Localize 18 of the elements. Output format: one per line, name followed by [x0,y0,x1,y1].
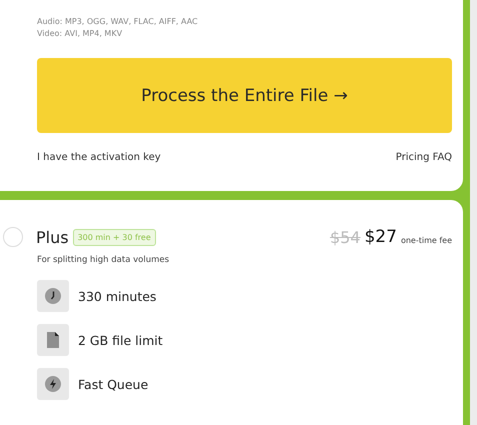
feature-text: 330 minutes [78,288,156,304]
feature-text: 2 GB file limit [78,332,163,348]
pricing-faq-link[interactable]: Pricing FAQ [396,152,452,163]
plan-description: For splitting high data volumes [37,255,170,265]
feature-text: Fast Queue [78,376,148,392]
plan-badge: 300 min + 30 free [72,228,156,246]
process-button[interactable]: Process the Entire File → [37,58,452,133]
old-price: $54 [330,228,360,246]
radio-button[interactable] [3,227,23,247]
plan-name: Plus [36,228,69,246]
clock-icon [45,288,61,304]
format-line: Video: AVI, MP4, MKV [37,28,124,40]
activation-key-link[interactable]: I have the activation key [37,152,161,163]
file-icon [45,332,61,348]
price-note: one-time fee [400,236,452,244]
price: $27 [364,227,397,247]
bolt-icon [45,376,61,392]
format-line: Audio: MP3, OGG, WAV, FLAC, AIFF, AAC [37,16,199,28]
